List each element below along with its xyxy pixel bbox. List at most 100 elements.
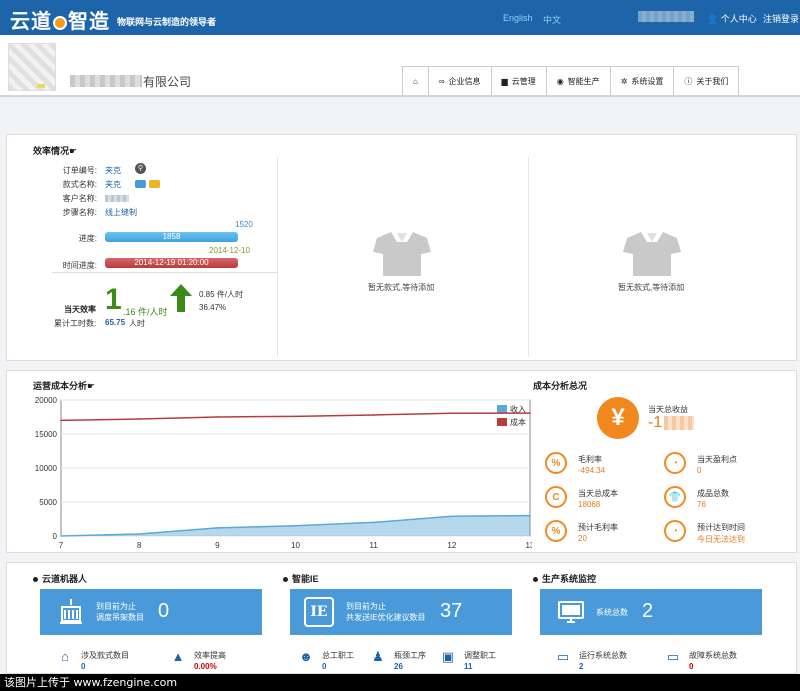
- step-value: 线上缝制: [105, 208, 137, 217]
- stat-value: 18068: [578, 500, 601, 509]
- nav-label: 云管理: [511, 76, 536, 86]
- customer-value-blurred: [105, 195, 129, 202]
- bullet-icon: [33, 577, 38, 583]
- company-header: 有限公司 ⌂ ∞ 企业信息 ▆ 云管理 ◉ 智能生产 ✲ 系统设置 ⓘ 关于我们: [0, 35, 800, 97]
- time-progress-bar: 2014-12-19 01:20:00: [105, 258, 238, 268]
- logout-link[interactable]: 注销登录: [763, 12, 799, 25]
- rate-value: 0.85 件/人时: [199, 289, 243, 300]
- stat-label: 毛利率: [578, 455, 602, 464]
- smart-ie-card[interactable]: IE 到目前为止 共发送IE优化建议数目 37: [290, 589, 512, 635]
- personal-center-link[interactable]: 👤 个人中心: [707, 12, 757, 25]
- hand-pointer-icon: ☛: [87, 381, 96, 391]
- customer-label: 客户名称:: [62, 194, 97, 203]
- style-label: 款式名称:: [62, 180, 97, 189]
- monitor-item-label: 运行系统总数: [579, 651, 627, 660]
- x-tick-label: 12: [447, 541, 456, 550]
- x-tick-label: 9: [215, 541, 220, 550]
- logo[interactable]: 云道 智造: [10, 5, 110, 34]
- y-tick-label: 10000: [35, 464, 58, 473]
- series-point: [138, 418, 140, 420]
- stat-label: 当天盈利点: [697, 455, 737, 464]
- robot-title-text: 云道机器人: [42, 574, 88, 584]
- robot-item-label: 涉及款式数目: [81, 651, 129, 660]
- card-icon[interactable]: [135, 180, 146, 188]
- monitor-item-label: 故障系统总数: [689, 651, 737, 660]
- nav-about-us[interactable]: ⓘ 关于我们: [674, 66, 740, 95]
- date-top: 2014-12-10: [209, 246, 250, 255]
- shirt-placeholder-icon: [623, 232, 681, 276]
- user-icon: 👤: [707, 14, 719, 24]
- robot-item-label: 效率提高: [194, 651, 226, 660]
- stat-label: 当天总成本: [578, 489, 618, 498]
- percent-icon: %: [545, 520, 567, 542]
- robot-item-value: 0.00%: [194, 662, 217, 671]
- monitor-item-value: 2: [579, 662, 584, 671]
- watermark-text: 该图片上传于 www.fzengine.com: [0, 674, 800, 691]
- nav-home[interactable]: ⌂: [403, 66, 429, 95]
- legend-label: 成本: [510, 417, 526, 427]
- series-point: [294, 525, 297, 527]
- nav-cloud-management[interactable]: ▆ 云管理: [491, 66, 547, 95]
- series-point: [529, 412, 531, 414]
- main-nav: ⌂ ∞ 企业信息 ▆ 云管理 ◉ 智能生产 ✲ 系统设置 ⓘ 关于我们: [402, 66, 740, 95]
- today-efficiency-small: .16 件/人时: [123, 305, 168, 318]
- personal-center-label: 个人中心: [720, 14, 757, 24]
- rate-percent: 36.47%: [199, 303, 227, 312]
- monitor-card-label: 系统总数: [596, 608, 628, 617]
- bottleneck-icon: ♟: [372, 649, 384, 664]
- y-tick-label: 20000: [35, 396, 58, 405]
- smart-ie-title-text: 智能IE: [292, 574, 319, 584]
- stat-value: 0: [697, 466, 702, 475]
- rate-number: 0.85: [199, 290, 215, 299]
- cost-overview-title: 成本分析总况: [533, 381, 588, 391]
- monitor-card[interactable]: 系统总数 2: [540, 589, 762, 635]
- column-divider: [277, 157, 278, 357]
- robot-card-line2: 调度吊架数目: [96, 613, 144, 622]
- monitor-title: 生产系统监控: [533, 572, 596, 585]
- robot-title: 云道机器人: [33, 572, 87, 585]
- cost-icon: C: [545, 486, 567, 508]
- ie-card-line1: 到目前为止: [346, 602, 386, 611]
- lang-chinese-link[interactable]: 中文: [543, 13, 561, 26]
- yen-icon: ¥: [597, 397, 639, 439]
- robot-card-line1: 到目前为止: [96, 602, 136, 611]
- search-icon[interactable]: ⚲: [135, 163, 146, 174]
- series-point: [138, 533, 140, 535]
- home-icon: ⌂: [413, 76, 418, 86]
- briefcase-icon: ▆: [501, 76, 508, 86]
- y-tick-label: 5000: [39, 498, 57, 507]
- step-label: 步骤名称:: [62, 208, 97, 217]
- username-blurred: [638, 11, 694, 22]
- monitor-check-icon: ▭: [556, 649, 570, 664]
- globe-icon: ◉: [556, 76, 564, 86]
- y-tick-label: 0: [53, 532, 58, 541]
- nav-system-settings[interactable]: ✲ 系统设置: [610, 66, 675, 95]
- shirt-icon: ▲: [171, 649, 185, 664]
- empty-style-text: 暂无款式,等待添加: [618, 283, 685, 292]
- ie-card-number: 37: [440, 600, 463, 622]
- chart-icon[interactable]: [149, 180, 160, 188]
- robot-item-value: 0: [81, 662, 86, 671]
- series-point: [294, 415, 297, 418]
- x-tick-label: 10: [291, 541, 300, 550]
- robot-card[interactable]: 到目前为止 调度吊架数目 0: [40, 589, 262, 635]
- smart-ie-item-value: 11: [464, 662, 473, 671]
- nav-smart-production[interactable]: ◉ 智能生产: [546, 66, 611, 95]
- efficiency-title: 效率情况☛: [33, 144, 77, 157]
- percent-icon: %: [545, 452, 567, 474]
- company-name-blurred: [70, 75, 142, 87]
- today-efficiency-decimal: .16: [123, 307, 136, 317]
- nav-label: 关于我们: [696, 76, 729, 86]
- today-profit-value: -1: [648, 414, 663, 431]
- lang-english-link[interactable]: English: [503, 13, 533, 23]
- clock-icon: ◔: [664, 520, 686, 542]
- legend-swatch: [497, 405, 507, 413]
- series-point: [451, 515, 453, 518]
- series-point: [216, 416, 219, 418]
- clock-icon: ◔: [664, 452, 686, 474]
- nav-company-info[interactable]: ∞ 企业信息: [428, 66, 492, 95]
- series-point: [216, 527, 219, 529]
- top-bar: 云道 智造 物联网与云制造的领导者 English 中文 👤 个人中心 注销登录: [0, 0, 800, 35]
- today-efficiency-big: 1: [105, 283, 122, 316]
- series-point: [60, 419, 62, 422]
